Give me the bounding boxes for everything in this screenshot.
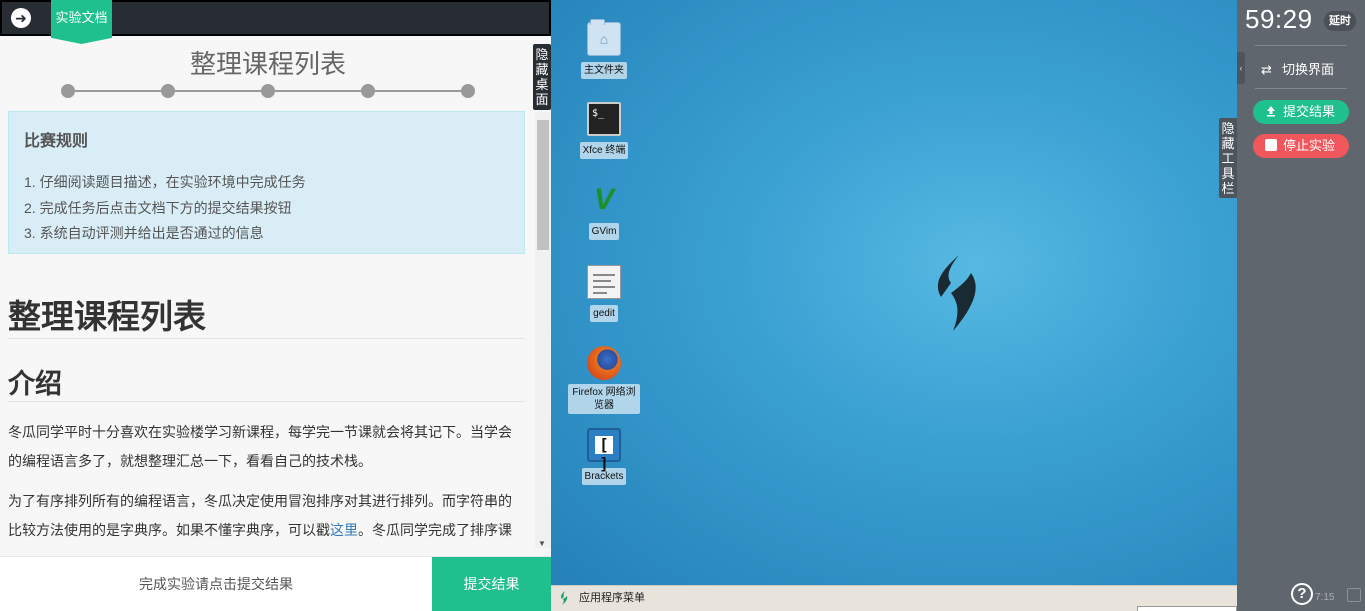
- rules-list: 1. 仔细阅读题目描述，在实验环境中完成任务 2. 完成任务后点击文档下方的提交…: [24, 170, 306, 247]
- stop-experiment-button[interactable]: 停止实验: [1253, 134, 1349, 158]
- desktop-icon-terminal[interactable]: $_ Xfce 终端: [568, 102, 640, 159]
- doc-tab[interactable]: 实验文档: [51, 0, 112, 44]
- content-heading: 整理课程列表: [8, 298, 206, 335]
- step-dot[interactable]: [461, 84, 475, 98]
- doc-footer: 完成实验请点击提交结果 提交结果: [0, 556, 551, 611]
- help-icon[interactable]: ?: [1291, 583, 1313, 605]
- step-progress: [61, 84, 475, 98]
- paragraph-text: 。冬瓜同学完成了排序课: [358, 522, 512, 538]
- brand-logo-icon: [937, 255, 976, 331]
- scrollbar-thumb[interactable]: [537, 120, 549, 250]
- rules-item: 1. 仔细阅读题目描述，在实验环境中完成任务: [24, 174, 306, 190]
- delay-button[interactable]: 延时: [1324, 11, 1356, 31]
- collapse-toolbar-icon[interactable]: ‹: [1237, 52, 1245, 84]
- app-menu-icon[interactable]: [559, 591, 569, 605]
- scroll-down-icon[interactable]: ▼: [538, 539, 546, 548]
- doc-title: 整理课程列表: [189, 49, 346, 79]
- stop-icon: [1265, 139, 1277, 151]
- step-dot[interactable]: [361, 84, 375, 98]
- icon-label: GVim: [588, 223, 620, 240]
- brackets-icon: [ ]: [587, 428, 621, 473]
- desktop-icon-gedit[interactable]: gedit: [568, 265, 640, 322]
- hide-toolbar-button[interactable]: 隐藏工具栏: [1219, 118, 1237, 198]
- desktop-icon-brackets[interactable]: [ ] Brackets: [568, 428, 640, 485]
- upload-icon: [1265, 101, 1277, 117]
- sort-paragraph: 为了有序排列所有的编程语言，冬瓜决定使用冒泡排序对其进行排列。而字符串的比较方法…: [8, 487, 518, 545]
- gedit-icon: [587, 265, 621, 299]
- dictionary-order-link[interactable]: 这里: [330, 522, 358, 538]
- switch-view-label: 切换界面: [1282, 62, 1335, 77]
- submit-result-button[interactable]: 提交结果: [432, 557, 551, 611]
- desktop[interactable]: ⌂ 主文件夹 $_ Xfce 终端 V GVim gedit Firefox 网…: [551, 0, 1237, 585]
- section-heading: 介绍: [8, 369, 62, 399]
- icon-label: 主文件夹: [581, 62, 627, 79]
- rules-item: 2. 完成任务后点击文档下方的提交结果按钮: [24, 199, 292, 216]
- back-arrow-icon[interactable]: ➜: [11, 8, 31, 28]
- intro-paragraph: 冬瓜同学平时十分喜欢在实验楼学习新课程，每学完一节课就会将其记下。当学会的编程语…: [8, 424, 512, 469]
- doc-scrollbar[interactable]: ▼: [535, 112, 551, 548]
- keyboard-icon[interactable]: [1347, 588, 1361, 602]
- desktop-icon-gvim[interactable]: V GVim: [568, 183, 640, 240]
- step-dot[interactable]: [61, 84, 75, 98]
- desktop-icon-firefox[interactable]: Firefox 网络浏览器: [568, 346, 640, 414]
- rules-heading: 比赛规则: [24, 133, 89, 150]
- rules-box: 比赛规则 1. 仔细阅读题目描述，在实验环境中完成任务 2. 完成任务后点击文档…: [8, 111, 525, 254]
- divider: [8, 338, 525, 339]
- stop-label: 停止实验: [1283, 138, 1336, 153]
- divider: [1255, 45, 1347, 46]
- toolbar-submit-button[interactable]: 提交结果: [1253, 100, 1349, 124]
- shuffle-icon: ⇄: [1261, 62, 1272, 77]
- divider: [8, 401, 525, 402]
- countdown-timer: 59:29: [1245, 4, 1313, 34]
- switch-view-button[interactable]: ⇄ 切换界面: [1261, 59, 1334, 78]
- icon-label: Firefox 网络浏览器: [568, 384, 640, 414]
- terminal-icon: $_: [587, 102, 621, 136]
- doc-content[interactable]: 整理课程列表 介绍 冬瓜同学平时十分喜欢在实验楼学习新课程，每学完一节课就会将其…: [0, 280, 535, 552]
- footer-hint: 完成实验请点击提交结果: [139, 576, 293, 592]
- icon-label: Xfce 终端: [579, 142, 629, 159]
- gvim-icon: V: [593, 183, 614, 216]
- rules-item: 3. 系统自动评测并给出是否通过的信息: [24, 225, 264, 241]
- submit-label: 提交结果: [1283, 104, 1336, 119]
- home-folder-icon: ⌂: [587, 19, 621, 56]
- step-dot[interactable]: [161, 84, 175, 98]
- step-dot[interactable]: [261, 84, 275, 98]
- icon-label: gedit: [590, 305, 618, 322]
- app-menu-button[interactable]: 应用程序菜单: [579, 586, 645, 611]
- taskbar-tray: [1137, 606, 1237, 611]
- desktop-icon-home[interactable]: ⌂ 主文件夹: [568, 19, 640, 79]
- taskbar: 应用程序菜单: [551, 585, 1237, 611]
- hide-desktop-button[interactable]: 隐藏桌面: [533, 44, 551, 110]
- divider: [1255, 88, 1347, 89]
- firefox-icon: [587, 346, 621, 380]
- clock: 7:15: [1315, 592, 1335, 603]
- lab-toolbar: ‹ 59:29 延时 ⇄ 切换界面 提交结果 停止实验 ? 7:15: [1237, 0, 1365, 611]
- doc-panel: ➜ 实验文档 整理课程列表 比赛规则 1. 仔细阅读题目描述，在实验环境中完成任…: [0, 0, 551, 611]
- screen: ➜ 实验文档 整理课程列表 比赛规则 1. 仔细阅读题目描述，在实验环境中完成任…: [0, 0, 1365, 611]
